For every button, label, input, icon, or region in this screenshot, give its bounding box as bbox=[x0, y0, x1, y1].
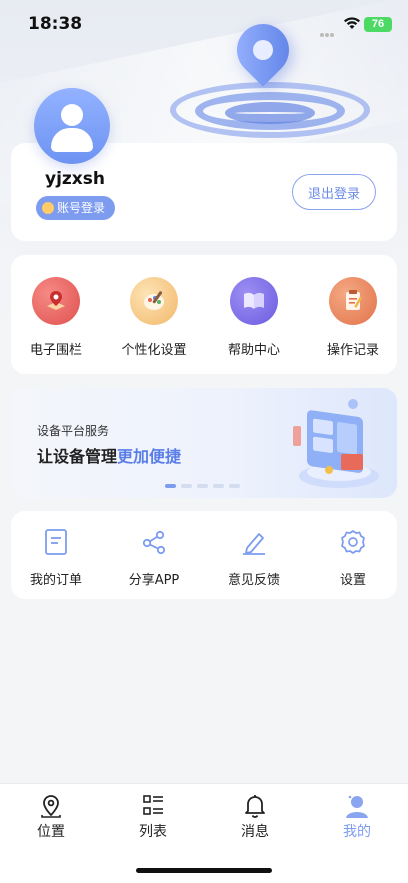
tool-label: 分享APP bbox=[128, 573, 180, 588]
feature-label: 电子围栏 bbox=[29, 343, 82, 358]
status-bar: 18:38 76 bbox=[0, 0, 408, 50]
tab-list[interactable]: 列表 bbox=[123, 794, 183, 841]
login-type-badge: 账号登录 bbox=[36, 196, 116, 220]
tab-location[interactable]: 位置 bbox=[21, 794, 81, 841]
wifi-icon bbox=[344, 17, 360, 29]
banner-headline: 让设备管理更加便捷 bbox=[37, 443, 181, 467]
list-icon bbox=[143, 795, 163, 815]
palette-icon bbox=[130, 277, 178, 325]
tab-label: 消息 bbox=[241, 824, 269, 840]
location-pin-icon bbox=[41, 795, 61, 818]
tool-settings[interactable]: 设置 bbox=[308, 529, 398, 588]
clipboard-icon bbox=[329, 277, 377, 325]
tool-share-app[interactable]: 分享APP bbox=[109, 529, 199, 588]
carousel-dot[interactable] bbox=[165, 484, 176, 488]
tab-messages[interactable]: 消息 bbox=[225, 794, 285, 841]
tool-my-orders[interactable]: 我的订单 bbox=[11, 529, 101, 588]
account-icon bbox=[42, 202, 54, 214]
battery-indicator: 76 bbox=[364, 17, 392, 32]
avatar-body bbox=[51, 128, 93, 152]
order-icon bbox=[45, 529, 67, 555]
carousel-dot[interactable] bbox=[229, 484, 240, 488]
tool-label: 我的订单 bbox=[29, 573, 82, 588]
avatar[interactable] bbox=[34, 88, 110, 164]
feature-label: 帮助中心 bbox=[227, 343, 280, 358]
user-icon bbox=[346, 795, 368, 818]
home-indicator bbox=[136, 868, 272, 873]
feature-operation-log[interactable]: 操作记录 bbox=[308, 277, 398, 358]
tab-mine[interactable]: 我的 bbox=[327, 794, 387, 841]
tool-label: 设置 bbox=[339, 573, 366, 588]
username: yjzxsh bbox=[45, 169, 105, 189]
share-icon bbox=[142, 530, 166, 555]
bell-icon bbox=[245, 795, 265, 818]
login-type-label: 账号登录 bbox=[57, 201, 106, 215]
tab-label: 位置 bbox=[37, 824, 65, 840]
carousel-indicator[interactable] bbox=[165, 484, 240, 488]
banner-headline-part1: 让设备管理 bbox=[37, 447, 118, 466]
tab-label: 列表 bbox=[139, 824, 167, 840]
tools-card: 我的订单 分享APP 意见反馈 设置 bbox=[11, 511, 397, 599]
feature-label: 个性化设置 bbox=[121, 343, 187, 358]
avatar-head bbox=[61, 104, 83, 126]
carousel-dot[interactable] bbox=[197, 484, 208, 488]
banner-subtitle: 设备平台服务 bbox=[37, 424, 110, 438]
book-icon bbox=[230, 277, 278, 325]
device-dashboard-illustration bbox=[293, 399, 379, 488]
feature-personalization[interactable]: 个性化设置 bbox=[109, 277, 199, 358]
feature-geofence[interactable]: 电子围栏 bbox=[11, 277, 101, 358]
gear-icon bbox=[341, 530, 365, 554]
logout-button[interactable]: 退出登录 bbox=[292, 174, 376, 210]
tool-feedback[interactable]: 意见反馈 bbox=[209, 529, 299, 588]
signal-icon bbox=[320, 22, 340, 37]
feedback-pen-icon bbox=[243, 533, 265, 555]
tool-label: 意见反馈 bbox=[227, 573, 280, 588]
carousel-dot[interactable] bbox=[181, 484, 192, 488]
status-time: 18:38 bbox=[28, 14, 83, 34]
decorative-ring bbox=[225, 102, 315, 124]
features-card: 电子围栏 个性化设置 帮助中心 操作记录 bbox=[11, 255, 397, 374]
banner-headline-highlight: 更加便捷 bbox=[117, 447, 182, 466]
feature-label: 操作记录 bbox=[326, 343, 379, 358]
promo-banner[interactable]: 设备平台服务 让设备管理更加便捷 bbox=[11, 388, 397, 498]
feature-help-center[interactable]: 帮助中心 bbox=[209, 277, 299, 358]
carousel-dot[interactable] bbox=[213, 484, 224, 488]
tab-label: 我的 bbox=[343, 824, 371, 840]
geofence-icon bbox=[32, 277, 80, 325]
